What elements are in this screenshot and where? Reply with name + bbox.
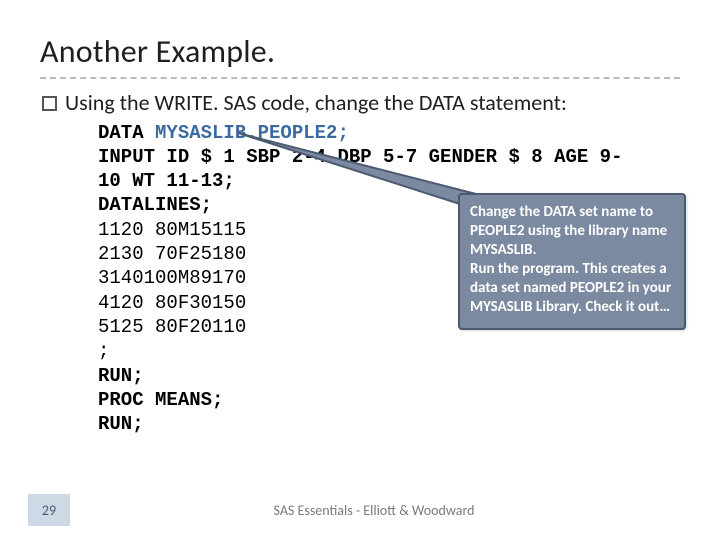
code-data-2: 2130 70F25180 bbox=[98, 243, 246, 265]
bullet-text: Using the WRITE. SAS code, change the DA… bbox=[65, 89, 567, 117]
slide: Another Example. Using the WRITE. SAS co… bbox=[0, 0, 720, 540]
code-line-3: DATALINES; bbox=[98, 194, 212, 216]
bullet-item: Using the WRITE. SAS code, change the DA… bbox=[40, 89, 680, 117]
square-bullet-icon bbox=[42, 96, 57, 111]
code-line-1a: DATA bbox=[98, 122, 155, 144]
page-title: Another Example. bbox=[40, 32, 680, 71]
code-proc-means: PROC MEANS; bbox=[98, 389, 223, 411]
code-run-1: RUN; bbox=[98, 365, 144, 387]
code-run-2: RUN; bbox=[98, 413, 144, 435]
code-data-3: 3140100M89170 bbox=[98, 267, 246, 289]
callout-box: Change the DATA set name to PEOPLE2 usin… bbox=[458, 193, 686, 330]
footer-text: SAS Essentials - Elliott & Woodward bbox=[28, 502, 720, 519]
code-semi: ; bbox=[98, 340, 109, 362]
title-divider bbox=[40, 77, 680, 79]
code-data-1: 1120 80M15115 bbox=[98, 219, 246, 241]
callout-text: Change the DATA set name to PEOPLE2 usin… bbox=[470, 203, 671, 317]
code-area: DATA MYSASLIB.PEOPLE2; INPUT ID $ 1 SBP … bbox=[98, 121, 680, 437]
code-highlight: MYSASLIB.PEOPLE2; bbox=[155, 122, 349, 144]
code-data-5: 5125 80F20110 bbox=[98, 316, 246, 338]
code-line-2: INPUT ID $ 1 SBP 2-4 DBP 5-7 GENDER $ 8 … bbox=[98, 146, 623, 192]
code-data-4: 4120 80F30150 bbox=[98, 292, 246, 314]
footer: 29 SAS Essentials - Elliott & Woodward bbox=[0, 494, 720, 526]
